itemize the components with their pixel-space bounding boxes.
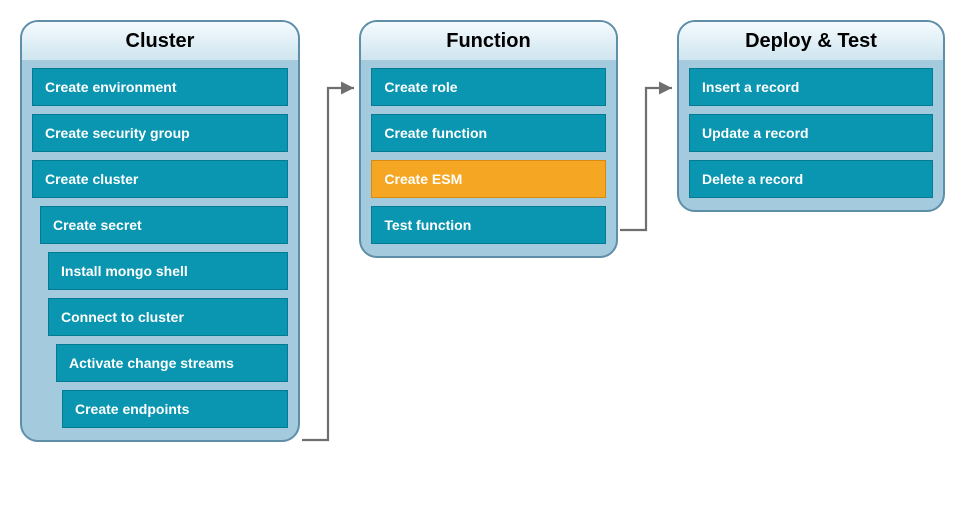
step-create-function: Create function bbox=[371, 114, 605, 152]
arrow-cluster-to-function bbox=[300, 20, 360, 442]
step-test-function: Test function bbox=[371, 206, 605, 244]
stage-title-deploy: Deploy & Test bbox=[745, 30, 877, 53]
step-update-record: Update a record bbox=[689, 114, 933, 152]
stage-cluster: Cluster Create environment Create securi… bbox=[20, 20, 300, 442]
stage-title-cluster: Cluster bbox=[126, 30, 195, 53]
step-create-endpoints: Create endpoints bbox=[62, 390, 288, 428]
step-create-environment: Create environment bbox=[32, 68, 288, 106]
stage-function: Function Create role Create function Cre… bbox=[359, 20, 617, 258]
step-install-mongo-shell: Install mongo shell bbox=[48, 252, 288, 290]
stage-title-function: Function bbox=[446, 30, 530, 53]
stage-header: Function bbox=[361, 22, 615, 60]
step-delete-record: Delete a record bbox=[689, 160, 933, 198]
step-insert-record: Insert a record bbox=[689, 68, 933, 106]
stage-header: Cluster bbox=[22, 22, 298, 60]
step-create-security-group: Create security group bbox=[32, 114, 288, 152]
step-connect-to-cluster: Connect to cluster bbox=[48, 298, 288, 336]
stage-deploy-test: Deploy & Test Insert a record Update a r… bbox=[677, 20, 945, 212]
step-create-secret: Create secret bbox=[40, 206, 288, 244]
arrow-function-to-deploy bbox=[618, 20, 678, 442]
step-activate-change-streams: Activate change streams bbox=[56, 344, 288, 382]
step-create-role: Create role bbox=[371, 68, 605, 106]
step-create-esm: Create ESM bbox=[371, 160, 605, 198]
step-create-cluster: Create cluster bbox=[32, 160, 288, 198]
workflow-diagram: Cluster Create environment Create securi… bbox=[20, 20, 945, 442]
stage-header: Deploy & Test bbox=[679, 22, 943, 60]
